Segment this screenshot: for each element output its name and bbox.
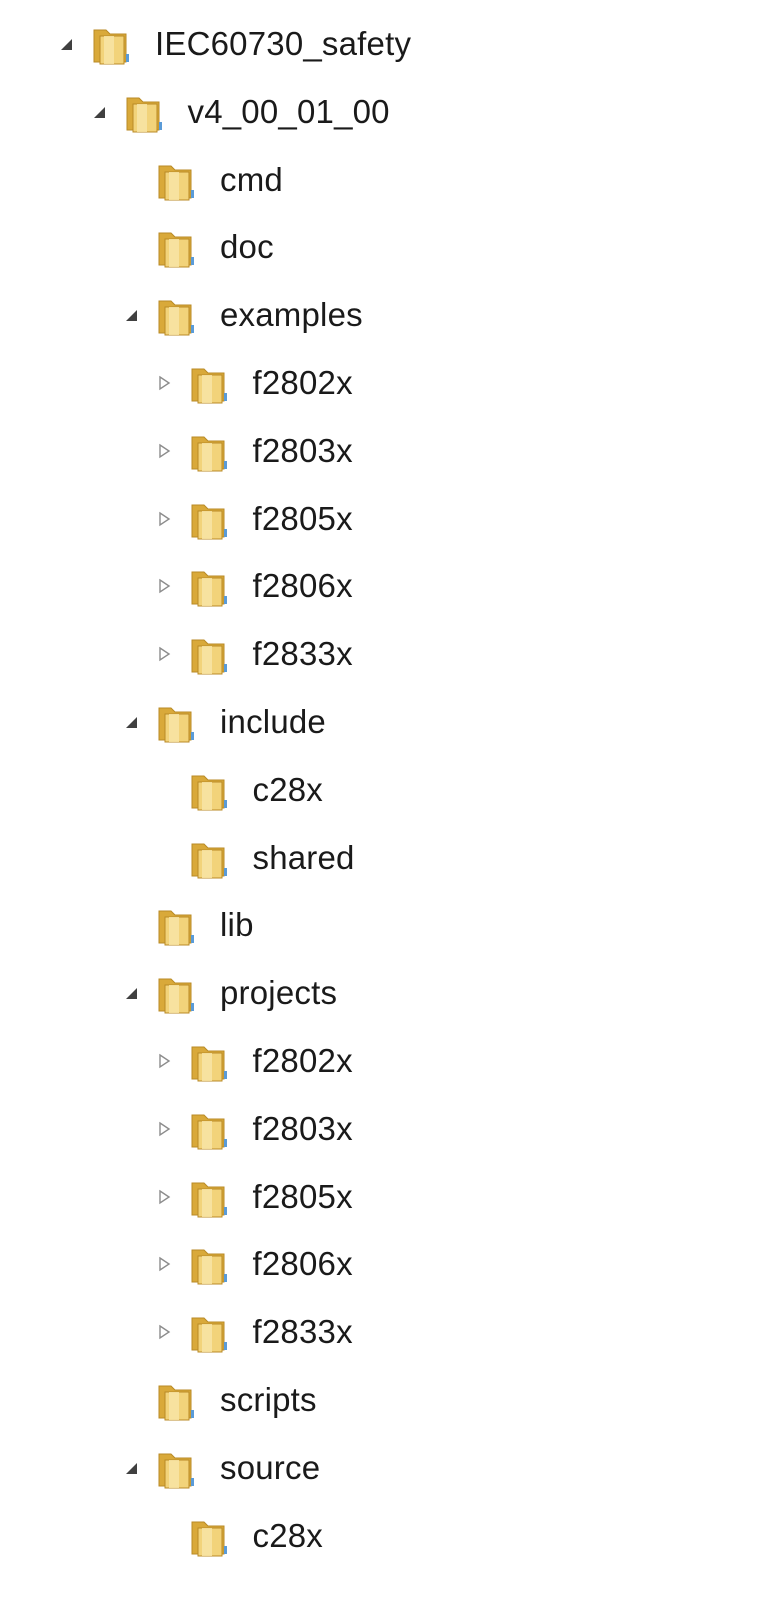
tree-item-label: f2803x <box>252 431 353 469</box>
collapsed-triangle-icon[interactable] <box>156 1256 172 1272</box>
tree-row[interactable]: include <box>0 692 762 752</box>
tree-item-label: f2833x <box>252 635 353 673</box>
folder-icon <box>188 1244 236 1286</box>
tree-row[interactable]: c28x <box>0 1506 762 1566</box>
folder-icon <box>188 431 236 473</box>
folder-icon <box>188 1109 236 1151</box>
tree-item-label: f2802x <box>252 1042 353 1079</box>
tree-item-label: shared <box>252 838 355 876</box>
tree-row[interactable]: doc <box>0 217 762 277</box>
tree-row[interactable]: projects <box>0 963 762 1023</box>
folder-tree: IEC60730_safety v4_00_01_00cmd doc examples… <box>0 0 762 1599</box>
folder-icon <box>188 499 236 541</box>
expanded-triangle-icon[interactable] <box>58 36 74 52</box>
expanded-triangle-icon[interactable] <box>123 714 139 730</box>
collapsed-triangle-icon[interactable] <box>156 1053 172 1069</box>
expanded-triangle-icon[interactable] <box>123 1460 139 1476</box>
tree-row[interactable]: f2802x <box>0 1031 762 1091</box>
expanded-triangle-icon[interactable] <box>91 104 107 120</box>
tree-item-label: f2806x <box>252 1245 353 1283</box>
folder-icon <box>188 1041 236 1083</box>
expanded-triangle-icon[interactable] <box>123 985 139 1001</box>
folder-icon <box>155 160 203 202</box>
tree-row[interactable]: f2805x <box>0 1167 762 1227</box>
tree-row[interactable]: IEC60730_safety <box>0 14 762 74</box>
tree-row[interactable]: examples <box>0 285 762 345</box>
tree-row[interactable]: f2805x <box>0 489 762 549</box>
folder-icon <box>155 702 203 744</box>
tree-item-label: cmd <box>220 160 283 198</box>
tree-item-label: c28x <box>252 1516 324 1554</box>
folder-icon <box>155 1448 203 1490</box>
folder-icon <box>155 905 203 947</box>
tree-item-label: include <box>220 703 326 740</box>
folder-icon <box>188 1177 236 1219</box>
tree-row[interactable]: f2803x <box>0 421 762 481</box>
collapsed-triangle-icon[interactable] <box>156 1189 172 1205</box>
tree-item-label: f2802x <box>252 364 353 401</box>
folder-icon <box>155 227 203 269</box>
folder-icon <box>188 634 236 676</box>
tree-item-label: c28x <box>252 770 324 808</box>
tree-item-label: f2805x <box>252 499 353 537</box>
folder-icon <box>188 838 236 880</box>
tree-item-label: source <box>220 1448 321 1486</box>
tree-item-label: scripts <box>220 1381 317 1418</box>
collapsed-triangle-icon[interactable] <box>156 511 172 527</box>
tree-item-label: projects <box>220 974 338 1012</box>
folder-icon <box>123 92 171 134</box>
tree-item-label: v4_00_01_00 <box>187 92 390 130</box>
tree-row[interactable]: v4_00_01_00 <box>0 82 762 142</box>
tree-item-label: lib <box>220 906 254 944</box>
tree-item-label: doc <box>220 228 274 266</box>
tree-row[interactable]: shared <box>0 828 762 888</box>
tree-row[interactable]: f2803x <box>0 1099 762 1159</box>
folder-icon <box>155 295 203 337</box>
folder-icon <box>188 770 236 812</box>
tree-row[interactable]: f2802x <box>0 353 762 413</box>
folder-icon <box>155 973 203 1015</box>
collapsed-triangle-icon[interactable] <box>156 1121 172 1137</box>
tree-item-label: examples <box>220 296 363 334</box>
folder-icon <box>188 1516 236 1558</box>
tree-row[interactable]: f2806x <box>0 556 762 616</box>
folder-icon <box>155 1380 203 1422</box>
tree-row[interactable]: scripts <box>0 1370 762 1430</box>
tree-item-label: IEC60730_safety <box>155 25 412 62</box>
collapsed-triangle-icon[interactable] <box>156 578 172 594</box>
tree-row[interactable]: lib <box>0 895 762 955</box>
folder-icon <box>90 24 138 66</box>
expanded-triangle-icon[interactable] <box>123 307 139 323</box>
tree-item-label: f2803x <box>252 1109 353 1147</box>
folder-icon <box>188 363 236 405</box>
tree-row[interactable]: c28x <box>0 760 762 820</box>
collapsed-triangle-icon[interactable] <box>156 375 172 391</box>
folder-icon <box>188 1312 236 1354</box>
tree-row[interactable]: source <box>0 1438 762 1498</box>
tree-row[interactable]: cmd <box>0 150 762 210</box>
collapsed-triangle-icon[interactable] <box>156 1324 172 1340</box>
collapsed-triangle-icon[interactable] <box>156 646 172 662</box>
tree-item-label: f2805x <box>252 1177 353 1215</box>
tree-row[interactable]: f2806x <box>0 1234 762 1294</box>
folder-icon <box>188 566 236 608</box>
tree-row[interactable]: f2833x <box>0 624 762 684</box>
collapsed-triangle-icon[interactable] <box>156 443 172 459</box>
tree-item-label: f2806x <box>252 567 353 605</box>
tree-item-label: f2833x <box>252 1313 353 1351</box>
tree-row[interactable]: f2833x <box>0 1302 762 1362</box>
